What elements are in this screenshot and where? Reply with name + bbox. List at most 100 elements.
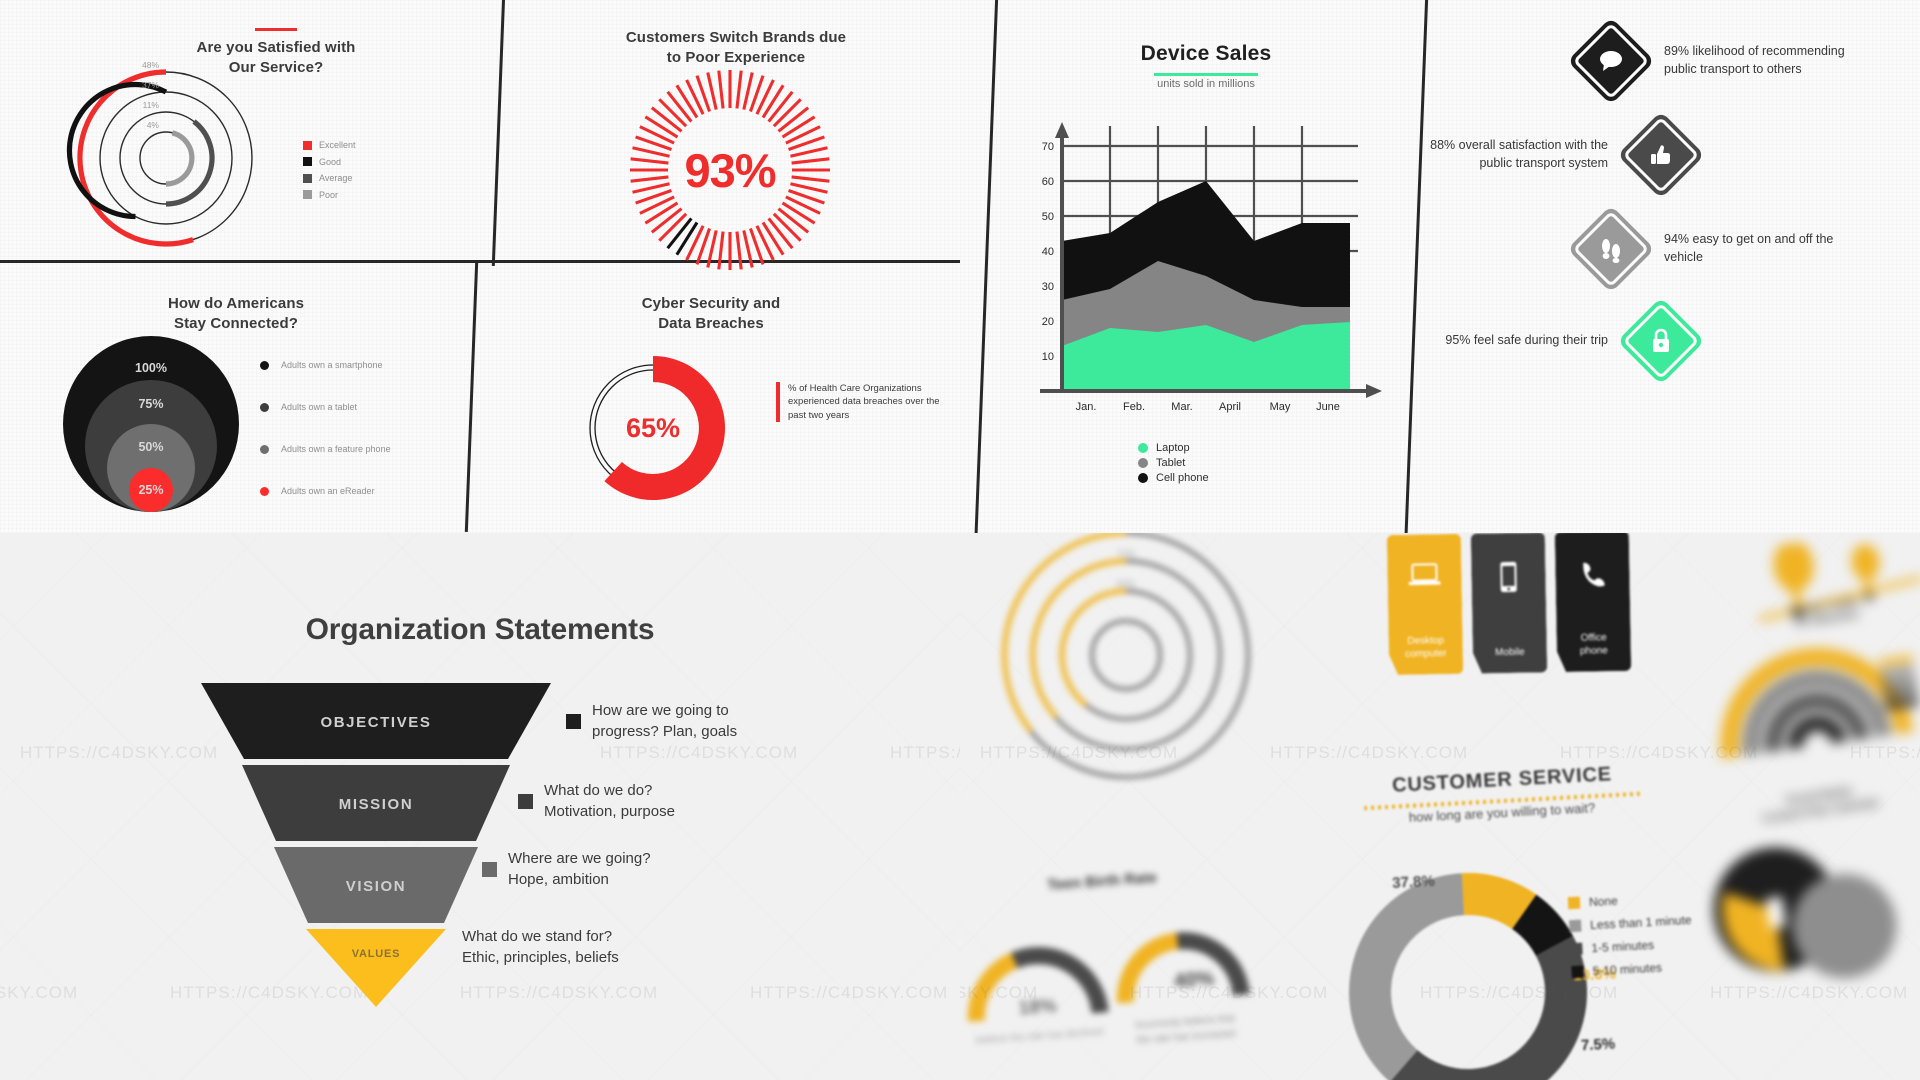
bottom-preview-board: HTTPS://C4DSKY.COMHTTPS://C4DSKY.COMHTTP… bbox=[0, 533, 1920, 1080]
legend-dot bbox=[260, 486, 269, 496]
transport-stat-2: 88% overall satisfaction with the public… bbox=[1428, 111, 1705, 199]
teen-gauges: 18% 40% incorrectly believe that the rat… bbox=[960, 886, 1317, 1077]
switch-brands-value: 93% bbox=[684, 143, 776, 197]
red-accent-bar bbox=[255, 28, 297, 31]
transport-stat-4-text: 95% feel safe during their trip bbox=[1445, 333, 1608, 348]
funnel-label-mission: MISSION bbox=[339, 796, 414, 813]
legend-item: Adults own a tablet bbox=[260, 386, 391, 428]
legend-item: Less than 1 minute bbox=[1568, 912, 1692, 933]
legend-dot bbox=[260, 402, 269, 412]
x-tick-jan: Jan. bbox=[1076, 401, 1097, 413]
infographic-stage: Are you Satisfied with Our Service? 48% … bbox=[0, 0, 1920, 1080]
title-line-1: How do Americans bbox=[167, 295, 305, 312]
legend-label: 1-5 minutes bbox=[1591, 937, 1655, 956]
legend-label: Adults own a smartphone bbox=[281, 360, 383, 370]
legend-swatch bbox=[1567, 896, 1581, 910]
legend-label: Laptop bbox=[1156, 442, 1190, 454]
note-swatch bbox=[518, 794, 533, 810]
blurred-right-column: Mobile Traffic on Websites Social Media … bbox=[1713, 539, 1920, 1079]
tab-desktop-computer[interactable]: Desktop computer bbox=[1387, 534, 1463, 675]
legend-label: 5-10 minutes bbox=[1592, 960, 1663, 979]
svg-text:71%: 71% bbox=[1117, 549, 1135, 559]
legend-label: Cell phone bbox=[1156, 472, 1209, 484]
svg-text:70: 70 bbox=[1042, 141, 1054, 153]
legend-item: Excellent bbox=[303, 140, 356, 150]
legend-swatch bbox=[303, 157, 312, 166]
bubble-label-25: 25% bbox=[138, 483, 163, 497]
legend-item: 1-5 minutes bbox=[1570, 936, 1693, 956]
ring-label-0: 48% bbox=[142, 60, 159, 70]
tab-label: Desktop computer bbox=[1404, 635, 1447, 660]
note-text: How are we going to progress? Plan, goal… bbox=[592, 702, 738, 740]
svg-text:30: 30 bbox=[1042, 281, 1054, 293]
legend-label: Good bbox=[319, 156, 342, 167]
panel-satisfaction: Are you Satisfied with Our Service? 48% … bbox=[6, 14, 496, 260]
bubble-label-100: 100% bbox=[135, 361, 167, 375]
funnel-note-vision: Where are we going? Hope, ambition bbox=[482, 849, 651, 890]
svg-text:20: 20 bbox=[1042, 316, 1054, 328]
title-line-1: Customers Switch Brands due bbox=[625, 29, 847, 46]
ring-label-2: 11% bbox=[143, 100, 160, 110]
legend-item: Cell phone bbox=[1138, 472, 1209, 484]
transport-stat-3-text: 94% easy to get on and off the vehicle bbox=[1664, 232, 1834, 264]
tab-label: Mobile bbox=[1495, 646, 1525, 658]
device-sales-underline bbox=[1154, 73, 1258, 76]
x-tick-mar: Mar. bbox=[1171, 401, 1192, 413]
legend-item: Adults own a smartphone bbox=[260, 344, 391, 386]
funnel-note-values: What do we stand for? Ethic, principles,… bbox=[462, 927, 619, 968]
legend-swatch bbox=[303, 140, 312, 150]
tab-office-phone[interactable]: Office phone bbox=[1555, 533, 1631, 672]
legend-item: Tablet bbox=[1138, 457, 1209, 469]
teen-gauge-1-caption-2: the rate has increased bbox=[1136, 1028, 1235, 1046]
title-line-2: Stay Connected? bbox=[173, 314, 299, 332]
legend-label: None bbox=[1588, 893, 1619, 910]
device-tabs: Desktop computer Mobile Office phone bbox=[1387, 533, 1631, 675]
panel-stay-connected: How do Americans Stay Connected? 100% 75… bbox=[6, 282, 466, 530]
transport-stat-1-text: 89% likelihood of recommending public tr… bbox=[1664, 44, 1845, 76]
note-text: What do we do? Motivation, purpose bbox=[544, 782, 675, 820]
ring-label-1: 37% bbox=[142, 80, 159, 90]
thumbs-up-icon bbox=[1617, 111, 1705, 199]
bubble-label-50: 50% bbox=[138, 440, 163, 454]
bubble-label-75: 75% bbox=[138, 397, 163, 411]
nested-bubbles-chart: 100% 75% 50% 25% bbox=[63, 336, 239, 512]
legend-dot bbox=[260, 444, 269, 454]
legend-swatch bbox=[303, 190, 312, 199]
legend-item: Average bbox=[303, 173, 356, 183]
svg-text:50: 50 bbox=[1042, 211, 1054, 223]
transport-stat-3: 94% easy to get on and off the vehicle bbox=[1567, 205, 1844, 293]
title-line-1: Cyber Security and bbox=[641, 295, 781, 312]
transport-stat-4: 95% feel safe during their trip bbox=[1428, 297, 1705, 385]
teen-gauge-1-value: 40% bbox=[1173, 968, 1215, 993]
legend-item: Good bbox=[303, 157, 356, 167]
cs-value-less-than-1min: 37.8% bbox=[1392, 873, 1435, 892]
satisfaction-legend: Excellent Good Average Poor bbox=[303, 140, 356, 206]
note-swatch bbox=[566, 714, 581, 730]
legend-item: 5-10 minutes bbox=[1571, 959, 1694, 979]
cs-value-5-10min: 7.5% bbox=[1581, 1035, 1616, 1054]
x-tick-feb: Feb. bbox=[1123, 401, 1145, 413]
tab-mobile[interactable]: Mobile bbox=[1471, 533, 1547, 674]
device-sales-legend: Laptop Tablet Cell phone bbox=[1138, 442, 1209, 487]
transport-stat-1: 89% likelihood of recommending public tr… bbox=[1567, 17, 1854, 105]
funnel-label-objectives: OBJECTIVES bbox=[320, 714, 431, 731]
legend-label: Adults own a feature phone bbox=[281, 444, 391, 454]
panel-cyber-security: Cyber Security and Data Breaches 65% % o… bbox=[476, 282, 960, 530]
cyber-note: % of Health Care Organizations experienc… bbox=[776, 382, 956, 423]
speech-bubble-icon bbox=[1567, 17, 1655, 105]
legend-swatch bbox=[1568, 919, 1582, 933]
legend-swatch bbox=[1570, 942, 1583, 956]
legend-dot bbox=[1138, 473, 1148, 483]
panel-switch-brands-title: Customers Switch Brands due to Poor Expe… bbox=[616, 28, 856, 68]
note-text: Where are we going? Hope, ambition bbox=[508, 850, 651, 888]
concentric-arcs-chart: 48% 37% 11% 4% bbox=[66, 60, 253, 247]
legend-item: Adults own an eReader bbox=[260, 470, 391, 512]
legend-label: Less than 1 minute bbox=[1589, 912, 1692, 933]
teen-gauge-0-caption: believe the rate has declined bbox=[976, 1026, 1104, 1046]
funnel-stage-values bbox=[306, 929, 446, 1007]
laptop-icon bbox=[1407, 562, 1442, 597]
funnel-note-objectives: How are we going to progress? Plan, goal… bbox=[566, 701, 737, 742]
svg-text:40: 40 bbox=[1042, 246, 1054, 258]
legend-swatch bbox=[303, 173, 312, 183]
transport-stat-2-text: 88% overall satisfaction with the public… bbox=[1430, 138, 1608, 170]
